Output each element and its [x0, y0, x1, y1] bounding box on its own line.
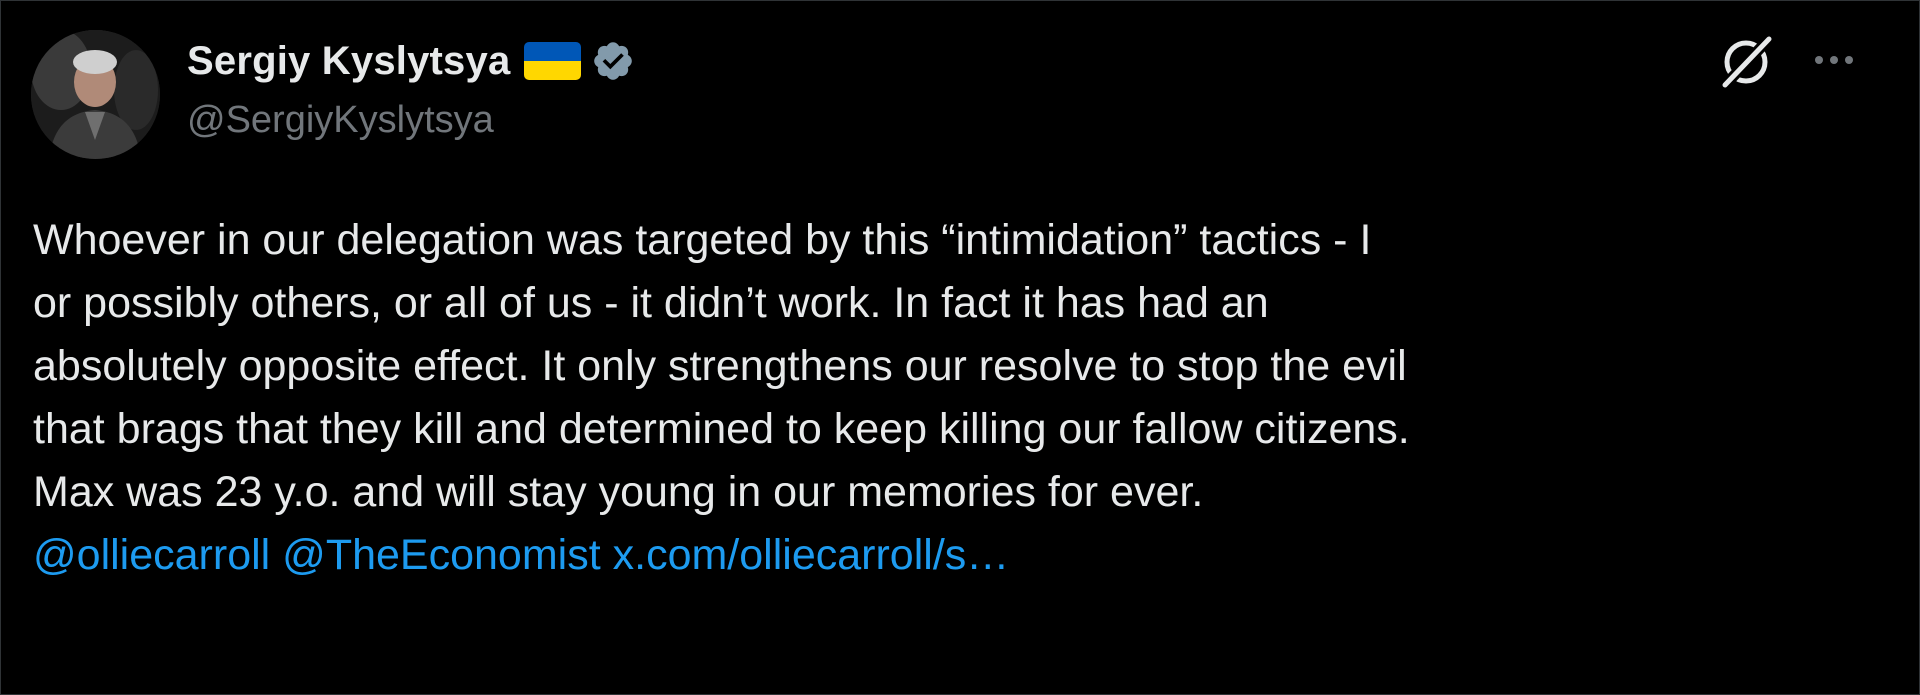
avatar[interactable]: [31, 30, 160, 159]
ukraine-flag-icon: [524, 42, 582, 80]
url-link[interactable]: x.com/olliecarroll/s…: [613, 531, 1010, 579]
tweet-body: Whoever in our delegation was targeted b…: [33, 209, 1893, 587]
mention-link[interactable]: @TheEconomist: [282, 531, 601, 579]
author-name-row: Sergiy Kyslytsya: [187, 35, 635, 87]
tweet-text-line: or possibly others, or all of us - it di…: [33, 279, 1269, 327]
tweet-text-line: that brags that they kill and determined…: [33, 405, 1410, 453]
tweet-text-line: Max was 23 y.o. and will stay young in o…: [33, 468, 1204, 516]
author-display-name[interactable]: Sergiy Kyslytsya: [187, 39, 510, 84]
tweet-text-line: absolutely opposite effect. It only stre…: [33, 342, 1407, 390]
tweet-links-line: @olliecarroll @TheEconomist x.com/olliec…: [33, 524, 1893, 587]
tweet-card: Sergiy Kyslytsya @SergiyKyslytsya Whoeve…: [0, 0, 1920, 695]
profile-photo-icon: [31, 30, 160, 159]
tweet-text-line: Whoever in our delegation was targeted b…: [33, 216, 1372, 264]
mention-link[interactable]: @olliecarroll: [33, 531, 270, 579]
grok-icon[interactable]: [1717, 33, 1775, 91]
author-handle[interactable]: @SergiyKyslytsya: [187, 99, 494, 142]
verified-badge-icon[interactable]: [591, 39, 635, 83]
more-options-icon[interactable]: [1809, 45, 1859, 75]
